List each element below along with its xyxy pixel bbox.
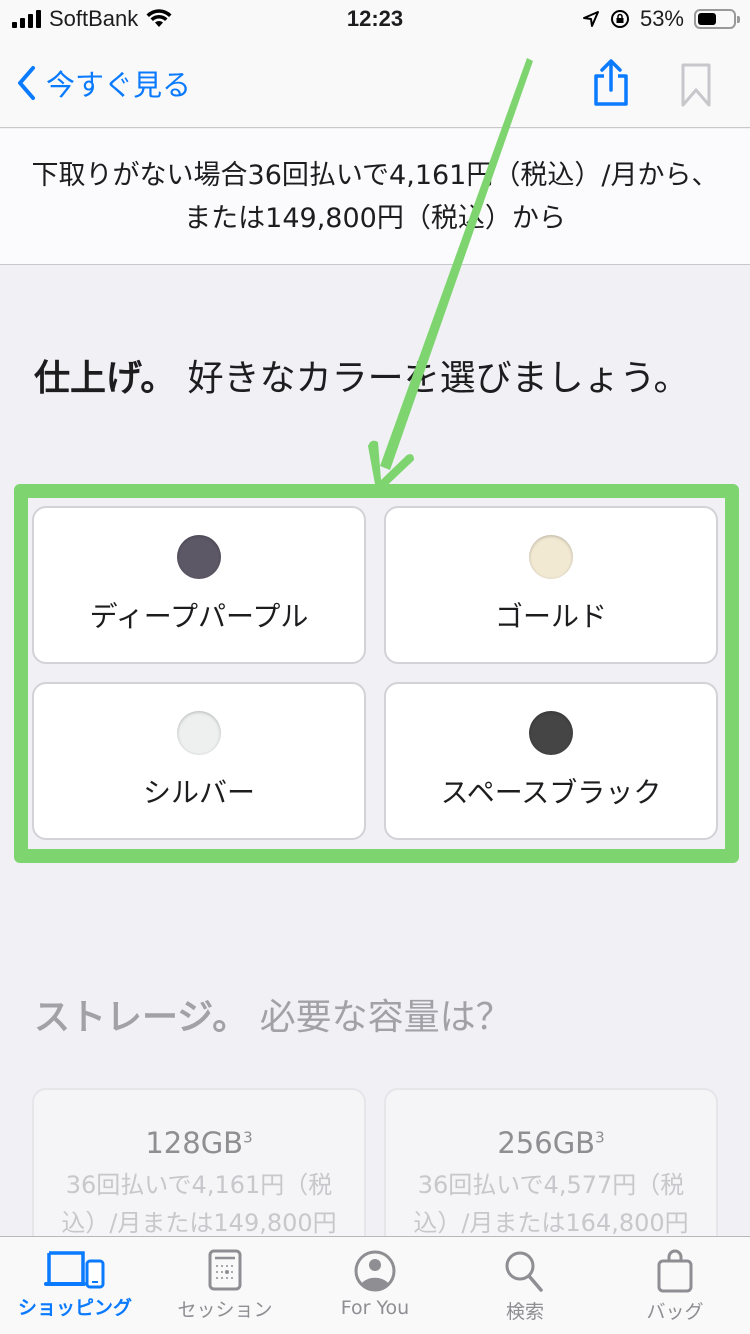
battery-percent: 53%: [639, 6, 684, 31]
footnote-marker: 3: [595, 1128, 605, 1147]
search-icon: [505, 1251, 543, 1292]
person-icon: [354, 1250, 396, 1292]
color-name: ディープパープル: [89, 600, 309, 633]
status-bar: SoftBank 12:23 53%: [0, 0, 750, 40]
footnote-marker: 3: [243, 1128, 253, 1147]
tab-label: セッション: [177, 1299, 273, 1321]
color-swatch: [177, 711, 221, 755]
color-options: ディープパープル ゴールド シルバー スペースブラック: [32, 506, 718, 840]
rotation-lock-icon: [610, 10, 629, 28]
finish-heading-rest: 好きなカラーを選びましょう。: [187, 358, 690, 399]
tab-sessions[interactable]: セッション: [150, 1237, 300, 1334]
status-right: 53%: [582, 6, 740, 32]
tab-label: ショッピング: [17, 1297, 132, 1319]
tab-for-you[interactable]: For You: [300, 1237, 450, 1334]
color-option-deep-purple[interactable]: ディープパープル: [32, 506, 366, 664]
color-name: シルバー: [142, 776, 255, 809]
navigation-bar: 今すぐ見る: [0, 40, 750, 128]
back-label: 今すぐ見る: [46, 68, 192, 102]
color-swatch: [177, 535, 221, 579]
location-icon: [582, 11, 599, 27]
color-swatch: [529, 535, 573, 579]
color-option-gold[interactable]: ゴールド: [384, 506, 718, 664]
share-button[interactable]: [590, 58, 632, 112]
storage-price: 36回払いで4,161円（税込）/月または149,800円: [61, 1171, 337, 1237]
tab-bar: ショッピング セッション For You 検索 バッグ: [0, 1236, 750, 1334]
storage-heading-rest: 必要な容量は？: [259, 997, 512, 1038]
battery-fill: [698, 13, 717, 25]
storage-heading: ストレージ。 必要な容量は？: [34, 988, 512, 1040]
tab-label: バッグ: [646, 1301, 704, 1323]
share-icon: [594, 59, 628, 106]
storage-size: 128GB3: [34, 1126, 364, 1160]
chevron-left-icon: [18, 66, 35, 100]
storage-size-value: 256GB: [497, 1126, 596, 1160]
tab-label: 検索: [505, 1301, 544, 1323]
bookmark-icon: [681, 63, 711, 107]
tab-search[interactable]: 検索: [450, 1237, 600, 1334]
tab-shopping[interactable]: ショッピング: [0, 1237, 150, 1334]
color-option-silver[interactable]: シルバー: [32, 682, 366, 840]
color-name: スペースブラック: [440, 776, 662, 809]
storage-heading-bold: ストレージ。: [34, 997, 249, 1038]
bag-icon: [657, 1249, 693, 1293]
calendar-icon: [208, 1249, 242, 1291]
finish-heading-bold: 仕上げ。: [34, 358, 177, 399]
battery-icon: [694, 9, 740, 29]
price-banner-text: 下取りがない場合36回払いで4,161円（税込）/月から、または149,800円…: [31, 159, 719, 234]
tab-bag[interactable]: バッグ: [600, 1237, 750, 1334]
storage-size: 256GB3: [386, 1126, 716, 1160]
color-swatch: [529, 711, 573, 755]
finish-heading: 仕上げ。 好きなカラーを選びましょう。: [34, 350, 714, 408]
back-button[interactable]: 今すぐ見る: [16, 62, 191, 104]
price-banner: 下取りがない場合36回払いで4,161円（税込）/月から、または149,800円…: [0, 129, 750, 265]
storage-size-value: 128GB: [145, 1126, 244, 1160]
tab-label: For You: [340, 1297, 410, 1319]
devices-icon: [44, 1251, 105, 1289]
color-option-space-black[interactable]: スペースブラック: [384, 682, 718, 840]
storage-price: 36回払いで4,577円（税込）/月または164,800円: [413, 1171, 689, 1237]
color-name: ゴールド: [494, 600, 607, 633]
bookmark-button[interactable]: [680, 62, 712, 112]
